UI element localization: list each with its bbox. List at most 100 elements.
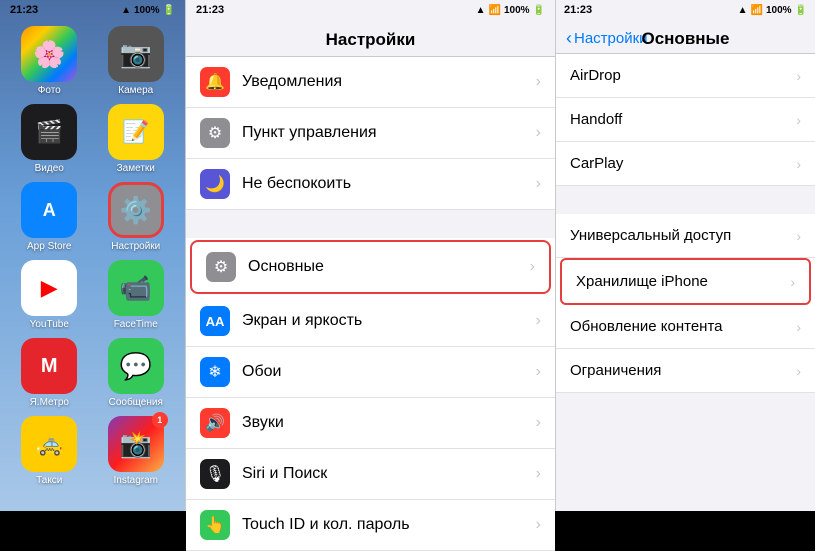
dnd-chevron: › xyxy=(536,175,541,193)
app-metro[interactable]: М Я.Метро xyxy=(10,338,89,408)
general-icon: ⚙ xyxy=(206,252,236,282)
app-video[interactable]: 🎬 Видео xyxy=(10,104,89,174)
handoff-chevron: › xyxy=(796,112,801,128)
time-middle: 21:23 xyxy=(196,4,224,16)
status-icons-left: ▲ 100% 🔋 xyxy=(121,5,175,16)
content-update-chevron: › xyxy=(796,319,801,335)
general-panel-title: Основные xyxy=(641,29,729,49)
siri-label: Siri и Поиск xyxy=(242,465,536,483)
status-bar-middle: 21:23 ▲ 📶 100% 🔋 xyxy=(186,0,555,20)
control-label: Пункт управления xyxy=(242,124,536,142)
status-bar-right: 21:23 ▲ 📶 100% 🔋 xyxy=(556,0,815,20)
dnd-icon: 🌙 xyxy=(200,169,230,199)
settings-item-control[interactable]: ⚙ Пункт управления › xyxy=(186,108,555,159)
app-settings[interactable]: ⚙️ Настройки xyxy=(97,182,176,252)
settings-item-display[interactable]: AA Экран и яркость › xyxy=(186,296,555,347)
photos-label: Фото xyxy=(38,85,61,96)
general-item-handoff[interactable]: Handoff › xyxy=(556,98,815,142)
settings-item-siri[interactable]: 🎙 Siri и Поиск › xyxy=(186,449,555,500)
battery-icon: 🔋 xyxy=(163,5,175,16)
app-facetime[interactable]: 📹 FaceTime xyxy=(97,260,176,330)
wifi-right-icon: 📶 xyxy=(751,5,763,16)
youtube-label: YouTube xyxy=(30,319,69,330)
battery-middle: 100% xyxy=(504,5,530,16)
notifications-label: Уведомления xyxy=(242,73,536,91)
instagram-badge: 1 xyxy=(152,412,168,428)
notes-label: Заметки xyxy=(117,163,155,174)
wifi-middle-icon: 📶 xyxy=(489,5,501,16)
taxi-icon: 🚕 xyxy=(36,431,63,457)
facetime-icon: 📹 xyxy=(120,273,152,304)
restrictions-chevron: › xyxy=(796,363,801,379)
carplay-chevron: › xyxy=(796,156,801,172)
carplay-label: CarPlay xyxy=(570,155,796,172)
dnd-label: Не беспокоить xyxy=(242,175,536,193)
settings-item-sounds[interactable]: 🔊 Звуки › xyxy=(186,398,555,449)
general-item-airdrop[interactable]: AirDrop › xyxy=(556,54,815,98)
messages-label: Сообщения xyxy=(109,397,163,408)
general-item-carplay[interactable]: CarPlay › xyxy=(556,142,815,186)
signal-middle-icon: ▲ xyxy=(476,5,486,16)
control-icon: ⚙ xyxy=(200,118,230,148)
status-bar-left: 21:23 ▲ 100% 🔋 xyxy=(0,0,185,20)
settings-label: Настройки xyxy=(111,241,160,252)
notifications-icon: 🔔 xyxy=(200,67,230,97)
app-messages[interactable]: 💬 Сообщения xyxy=(97,338,176,408)
taxi-label: Такси xyxy=(36,475,62,486)
battery-left: 100% xyxy=(134,5,160,16)
general-list-bottom: Универсальный доступ › Хранилище iPhone … xyxy=(556,214,815,393)
notes-icon: 📝 xyxy=(122,119,149,145)
control-chevron: › xyxy=(536,124,541,142)
app-camera[interactable]: 📷 Камера xyxy=(97,26,176,96)
settings-item-wallpaper[interactable]: ❄ Обои › xyxy=(186,347,555,398)
general-item-restrictions[interactable]: Ограничения › xyxy=(556,349,815,393)
back-chevron-icon: ‹ xyxy=(566,28,572,49)
app-appstore[interactable]: A App Store xyxy=(10,182,89,252)
siri-chevron: › xyxy=(536,465,541,483)
back-button[interactable]: ‹ Настройки xyxy=(566,28,648,49)
general-item-accessibility[interactable]: Универсальный доступ › xyxy=(556,214,815,258)
app-instagram[interactable]: 📸 1 Instagram xyxy=(97,416,176,486)
status-icons-middle: ▲ 📶 100% 🔋 xyxy=(476,5,545,16)
touchid-chevron: › xyxy=(536,516,541,534)
general-chevron: › xyxy=(530,258,535,276)
facetime-label: FaceTime xyxy=(114,319,158,330)
touchid-label: Touch ID и кол. пароль xyxy=(242,516,536,534)
accessibility-chevron: › xyxy=(796,228,801,244)
storage-label: Хранилище iPhone xyxy=(576,273,790,290)
settings-item-notifications[interactable]: 🔔 Уведомления › xyxy=(186,57,555,108)
airdrop-label: AirDrop xyxy=(570,67,796,84)
youtube-icon: ▶ xyxy=(41,275,58,301)
settings-gear-icon: ⚙️ xyxy=(120,195,152,226)
settings-title: Настройки xyxy=(326,30,416,49)
display-label: Экран и яркость xyxy=(242,312,536,330)
camera-label: Камера xyxy=(118,85,153,96)
settings-item-dnd[interactable]: 🌙 Не беспокоить › xyxy=(186,159,555,210)
general-item-storage[interactable]: Хранилище iPhone › xyxy=(560,258,811,305)
messages-icon: 💬 xyxy=(120,351,152,382)
back-label: Настройки xyxy=(574,30,648,47)
content-update-label: Обновление контента xyxy=(570,318,796,335)
settings-item-general[interactable]: ⚙ Основные › xyxy=(190,240,551,294)
app-taxi[interactable]: 🚕 Такси xyxy=(10,416,89,486)
battery-right: 100% xyxy=(766,5,792,16)
appstore-label: App Store xyxy=(27,241,71,252)
notifications-chevron: › xyxy=(536,73,541,91)
signal-icon: ▲ xyxy=(121,5,131,16)
app-youtube[interactable]: ▶ YouTube xyxy=(10,260,89,330)
metro-icon: М xyxy=(41,355,58,378)
general-panel: 21:23 ▲ 📶 100% 🔋 ‹ Настройки Основные Ai… xyxy=(555,0,815,511)
wallpaper-chevron: › xyxy=(536,363,541,381)
app-photos[interactable]: 🌸 Фото xyxy=(10,26,89,96)
instagram-icon: 📸 xyxy=(120,429,152,460)
general-item-content-update[interactable]: Обновление контента › xyxy=(556,305,815,349)
general-header: ‹ Настройки Основные xyxy=(556,20,815,54)
touchid-icon: 👆 xyxy=(200,510,230,540)
settings-item-touchid[interactable]: 👆 Touch ID и кол. пароль › xyxy=(186,500,555,551)
display-icon: AA xyxy=(200,306,230,336)
siri-icon: 🎙 xyxy=(200,459,230,489)
sounds-chevron: › xyxy=(536,414,541,432)
app-notes[interactable]: 📝 Заметки xyxy=(97,104,176,174)
instagram-label: Instagram xyxy=(114,475,158,486)
battery-right-icon: 🔋 xyxy=(795,5,807,16)
